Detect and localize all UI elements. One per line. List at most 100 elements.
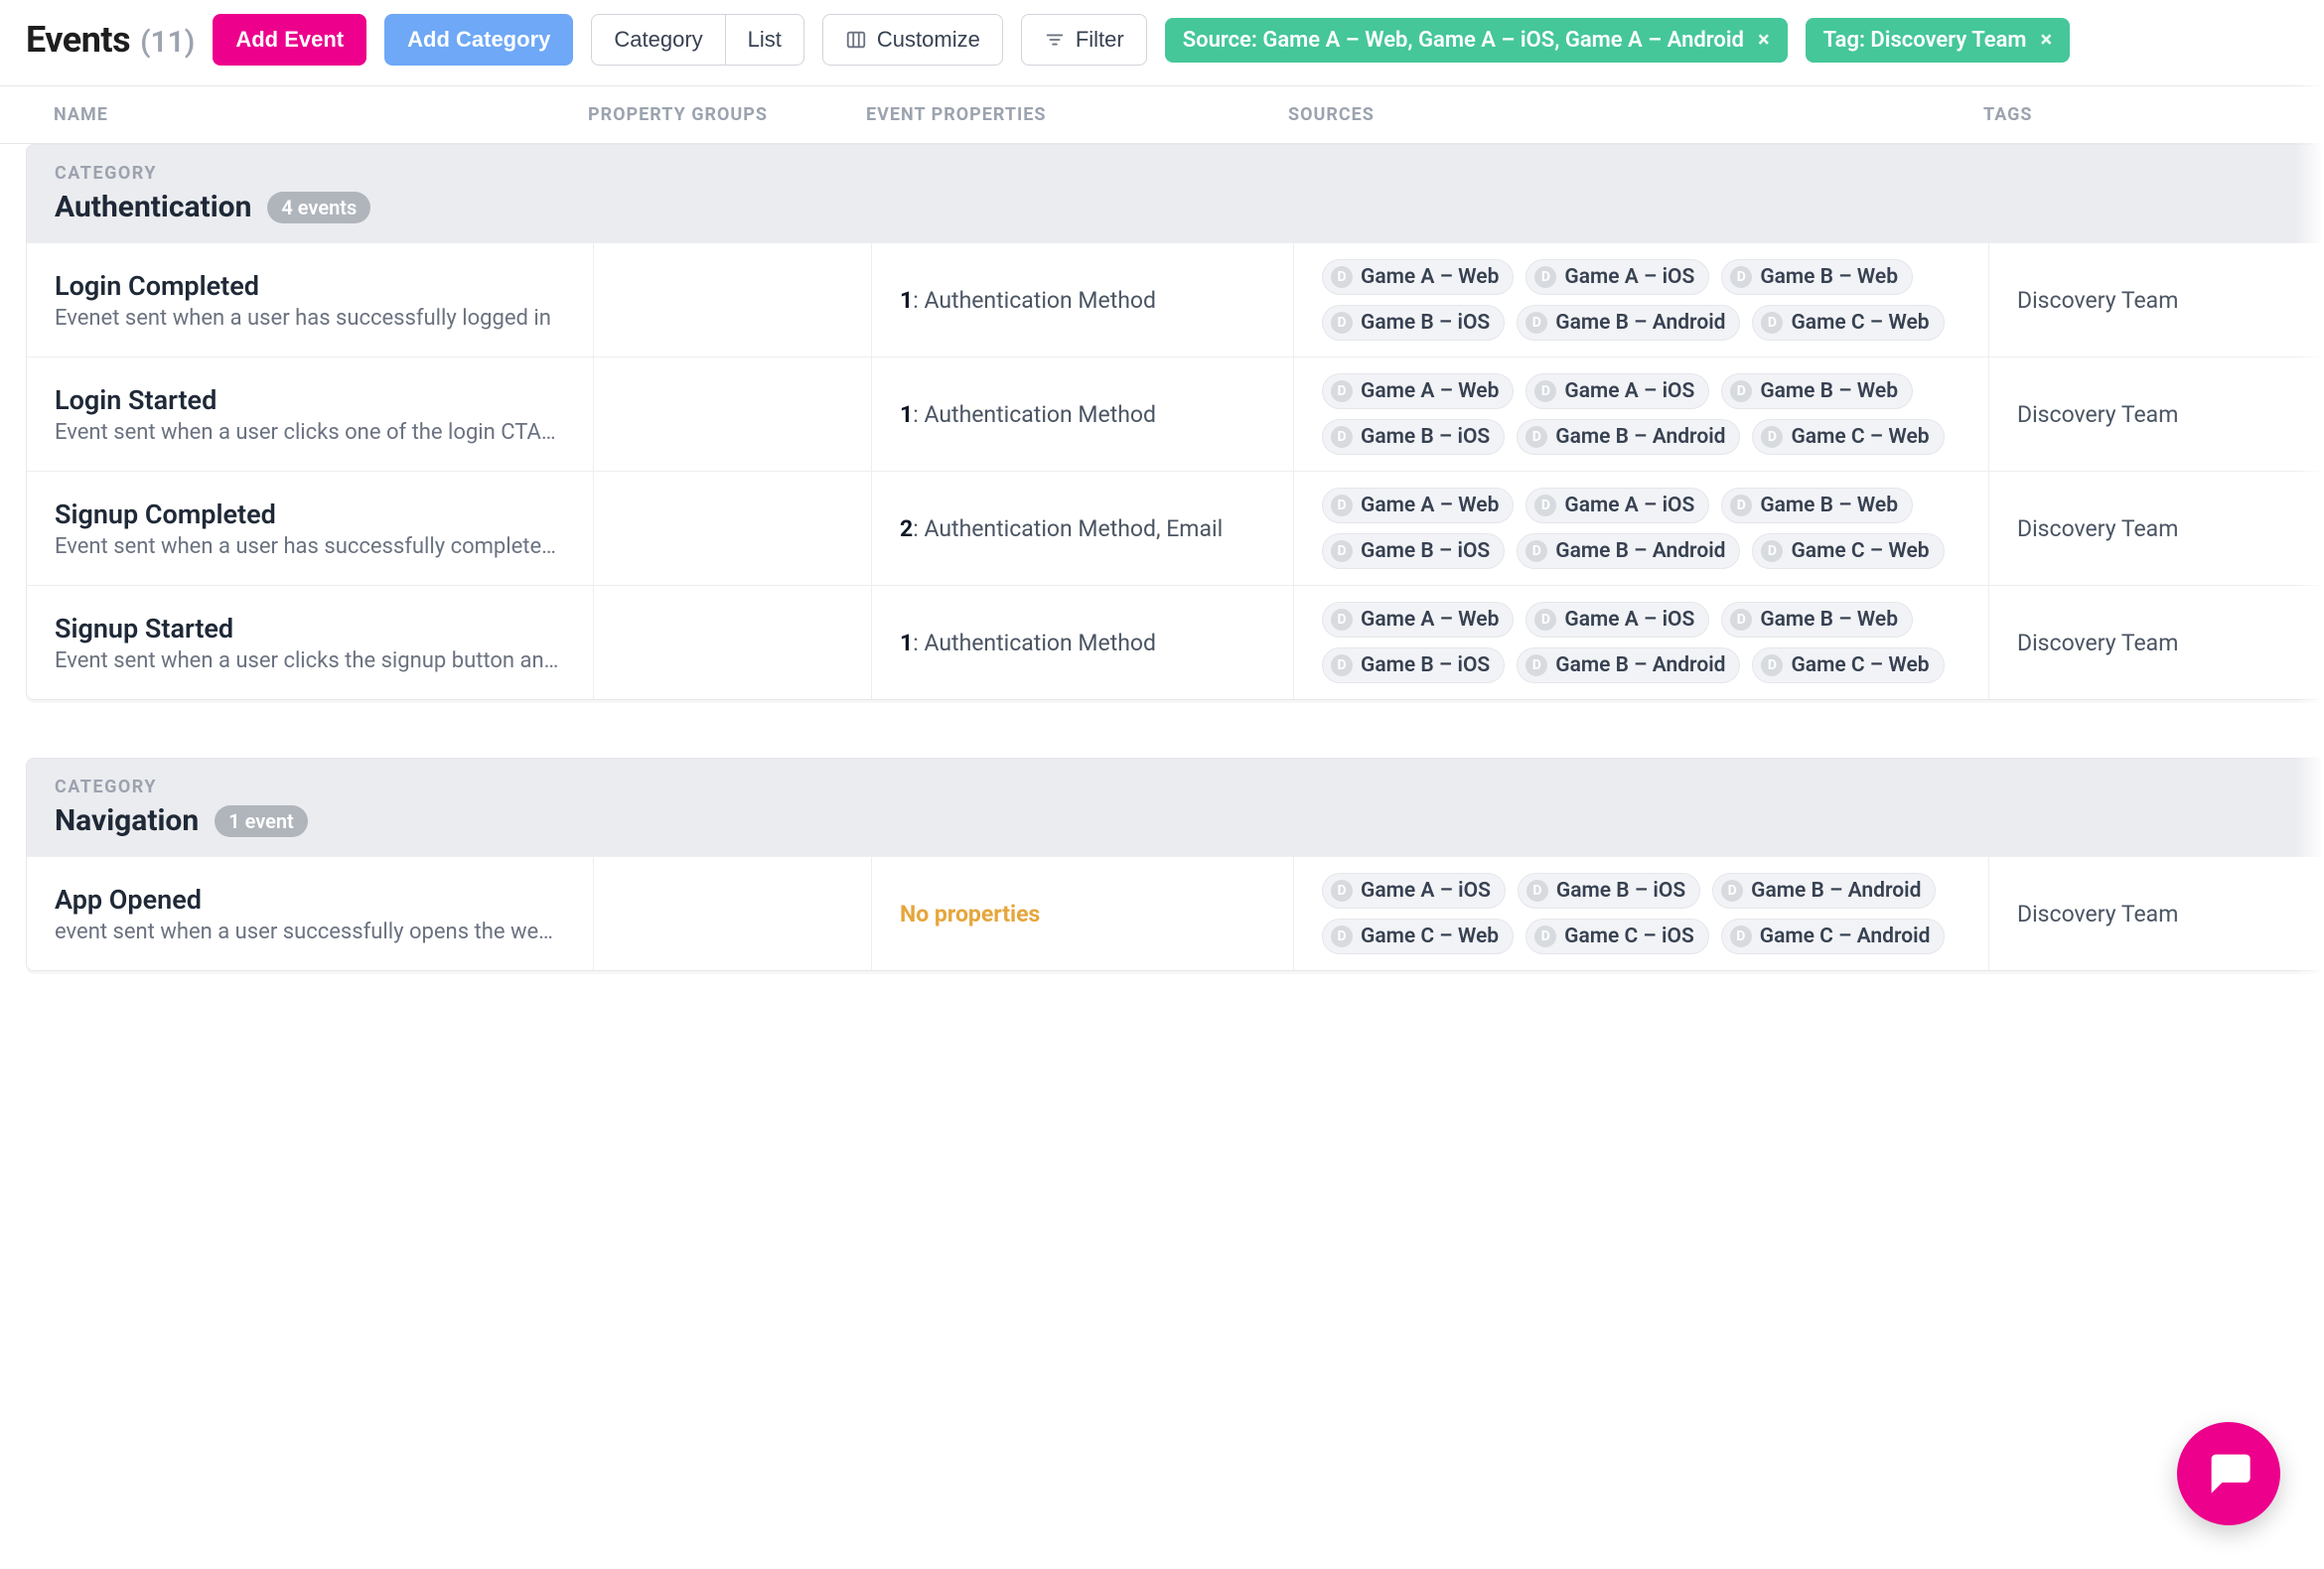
table-row[interactable]: Login Completed Evenet sent when a user … xyxy=(27,242,2323,357)
source-chip[interactable]: DGame B – Android xyxy=(1517,419,1740,455)
source-chip-label: Game C – Web xyxy=(1791,425,1929,449)
source-badge-icon: D xyxy=(1730,495,1752,516)
source-chip[interactable]: D Game C – Web xyxy=(1752,419,1944,455)
source-badge-icon: D xyxy=(1525,540,1547,562)
source-badge-icon: D xyxy=(1761,540,1783,562)
source-badge-icon: D xyxy=(1331,926,1353,947)
source-badge-icon: D xyxy=(1331,495,1353,516)
source-chip[interactable]: DGame A – iOS xyxy=(1525,488,1709,523)
filter-button[interactable]: Filter xyxy=(1021,14,1147,66)
source-chip-label: Game A – iOS xyxy=(1564,379,1694,403)
category-name: Authentication xyxy=(55,190,251,224)
chat-fab[interactable] xyxy=(2177,1422,2280,1525)
source-chip[interactable]: DGame C – iOS xyxy=(1525,919,1709,954)
table-row[interactable]: Login Started Event sent when a user cli… xyxy=(27,357,2323,471)
source-chip[interactable]: DGame A – Web xyxy=(1322,602,1514,638)
category-header[interactable]: Category Authentication 4 events xyxy=(27,145,2323,242)
source-chip[interactable]: DGame C – Web xyxy=(1322,919,1514,954)
source-chip[interactable]: DGame B – iOS xyxy=(1518,873,1700,909)
source-chip[interactable]: DGame B – iOS xyxy=(1322,419,1505,455)
source-badge-icon: D xyxy=(1761,426,1783,448)
category-name: Navigation xyxy=(55,803,199,838)
source-chip[interactable]: DGame B – Web xyxy=(1721,602,1913,638)
source-chip[interactable]: DGame A – iOS xyxy=(1525,259,1709,295)
source-chip-label: Game A – iOS xyxy=(1564,608,1694,632)
source-chip[interactable]: DGame B – Android xyxy=(1517,305,1740,341)
view-category-button[interactable]: Category xyxy=(591,14,725,66)
category-block: Category Navigation 1 event App Opened e… xyxy=(26,758,2324,971)
table-row[interactable]: Signup Started Event sent when a user cl… xyxy=(27,585,2323,699)
source-chip[interactable]: DGame B – Web xyxy=(1721,259,1913,295)
close-icon[interactable]: × xyxy=(2041,28,2053,53)
source-chip[interactable]: DGame C – Web xyxy=(1752,305,1944,341)
source-badge-icon: D xyxy=(1525,654,1547,676)
source-badge-icon: D xyxy=(1331,266,1353,288)
event-properties-text: 2: Authentication Method, Email xyxy=(900,515,1223,542)
table-row[interactable]: Signup Completed Event sent when a user … xyxy=(27,471,2323,585)
source-chip-label: Game B – iOS xyxy=(1361,653,1490,677)
source-chip[interactable]: DGame B – Android xyxy=(1517,647,1740,683)
source-chip-label: Game C – Web xyxy=(1791,539,1929,563)
chat-icon xyxy=(2203,1446,2254,1501)
add-category-button[interactable]: Add Category xyxy=(384,14,573,66)
table-row[interactable]: App Opened event sent when a user succes… xyxy=(27,856,2323,970)
filter-pill-source[interactable]: Source: Game A – Web, Game A – iOS, Game… xyxy=(1165,18,1788,63)
cell-sources: DGame A – WebDGame A – iOSDGame B – WebD… xyxy=(1293,472,1988,585)
source-chip[interactable]: DGame B – Web xyxy=(1721,488,1913,523)
source-chip[interactable]: DGame B – Web xyxy=(1721,373,1913,409)
source-chip-label: Game B – Web xyxy=(1760,265,1898,289)
cell-tags: Discovery Team xyxy=(1988,472,2323,585)
source-chip-label: Game B – Android xyxy=(1555,425,1725,449)
tag-text: Discovery Team xyxy=(2017,630,2178,656)
close-icon[interactable]: × xyxy=(1758,28,1770,53)
source-chip-label: Game A – iOS xyxy=(1564,494,1694,517)
source-chip[interactable]: DGame B – iOS xyxy=(1322,647,1505,683)
source-chip-label: Game B – iOS xyxy=(1361,539,1490,563)
source-chip[interactable]: DGame B – Android xyxy=(1712,873,1936,909)
category-header[interactable]: Category Navigation 1 event xyxy=(27,759,2323,856)
source-chip-label: Game C – Web xyxy=(1791,653,1929,677)
columns-icon xyxy=(845,29,867,51)
view-list-button[interactable]: List xyxy=(726,14,804,66)
event-description: Event sent when a user clicks one of the… xyxy=(55,420,561,445)
source-chip[interactable]: DGame C – Web xyxy=(1752,647,1944,683)
source-chip[interactable]: DGame A – iOS xyxy=(1322,873,1506,909)
source-chip[interactable]: D Game C – Web xyxy=(1752,533,1944,569)
source-chip-label: Game A – Web xyxy=(1361,265,1499,289)
filter-pill-tag[interactable]: Tag: Discovery Team × xyxy=(1806,18,2071,63)
source-chip[interactable]: DGame A – iOS xyxy=(1525,373,1709,409)
source-badge-icon: D xyxy=(1331,609,1353,631)
category-label: Category xyxy=(55,777,593,797)
source-chip[interactable]: D Game A – Web xyxy=(1322,259,1514,295)
filter-pill-tag-label: Tag: Discovery Team xyxy=(1823,28,2027,53)
customize-button[interactable]: Customize xyxy=(822,14,1003,66)
source-chip[interactable]: DGame A – Web xyxy=(1322,373,1514,409)
table-header: Name Property Groups Event Properties So… xyxy=(0,86,2324,144)
event-name: Signup Completed xyxy=(55,499,276,530)
page-title: Events xyxy=(26,19,130,61)
source-chip-label: Game B – Android xyxy=(1555,311,1725,335)
source-chip[interactable]: DGame C – Android xyxy=(1721,919,1946,954)
source-chip[interactable]: DGame A – Web xyxy=(1322,488,1514,523)
event-properties-text: 1: Authentication Method xyxy=(900,287,1156,314)
col-event-properties: Event Properties xyxy=(844,104,1266,125)
cell-property-groups xyxy=(593,472,871,585)
filter-icon xyxy=(1044,29,1066,51)
source-chip[interactable]: DGame A – iOS xyxy=(1525,602,1709,638)
tag-text: Discovery Team xyxy=(2017,401,2178,428)
add-event-button[interactable]: Add Event xyxy=(213,14,366,66)
filter-label: Filter xyxy=(1076,27,1124,53)
source-badge-icon: D xyxy=(1730,609,1752,631)
event-name: App Opened xyxy=(55,884,202,916)
page-title-count: (11) xyxy=(140,25,195,60)
cell-event-properties: 2: Authentication Method, Email xyxy=(871,472,1293,585)
page-title-wrap: Events (11) xyxy=(26,19,195,61)
source-chip[interactable]: DGame B – iOS xyxy=(1322,533,1505,569)
category-block: Category Authentication 4 events Login C… xyxy=(26,144,2324,700)
cell-sources: D Game A – Web DGame A – iOS DGame B – Web D… xyxy=(1293,243,1988,357)
event-name: Signup Started xyxy=(55,613,233,644)
source-chip[interactable]: DGame B – iOS xyxy=(1322,305,1505,341)
source-chip[interactable]: DGame B – Android xyxy=(1517,533,1740,569)
table-body: Category Authentication 4 events Login C… xyxy=(0,144,2324,1069)
source-chip-label: Game A – iOS xyxy=(1564,265,1694,289)
